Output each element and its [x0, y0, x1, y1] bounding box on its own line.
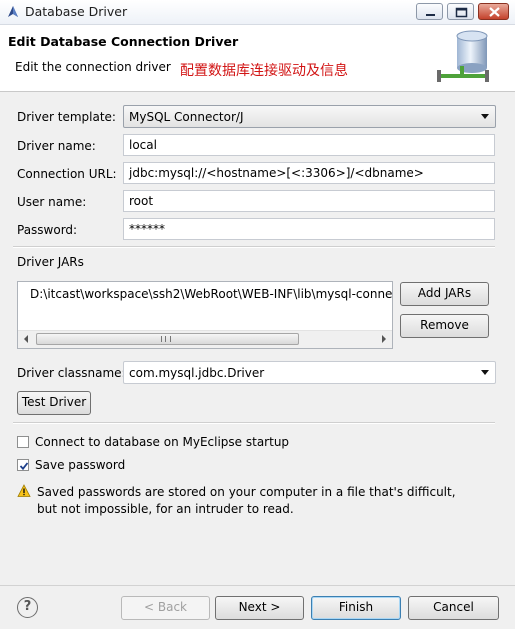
grip-icon: [161, 336, 171, 342]
save-password-checkbox[interactable]: [17, 459, 29, 471]
minimize-button[interactable]: [416, 3, 443, 20]
driver-jars-label: Driver JARs: [17, 255, 84, 269]
remove-button[interactable]: Remove: [400, 314, 489, 338]
add-jars-button[interactable]: Add JARs: [400, 282, 489, 306]
driver-classname-select[interactable]: com.mysql.jdbc.Driver: [123, 361, 496, 384]
database-driver-dialog: Database Driver Edit Database Connection…: [0, 0, 515, 629]
separator: [13, 422, 495, 424]
scroll-right-icon[interactable]: [382, 335, 386, 343]
annotation-note: 配置数据库连接驱动及信息: [180, 63, 348, 79]
page-title: Edit Database Connection Driver: [8, 34, 239, 49]
chevron-down-icon: [481, 370, 489, 375]
driver-name-label: Driver name:: [17, 139, 96, 153]
close-button[interactable]: [478, 3, 509, 20]
driver-classname-label: Driver classname:: [17, 366, 126, 380]
driver-name-input[interactable]: local: [123, 134, 495, 156]
scrollbar-thumb[interactable]: [36, 333, 299, 345]
footer-separator: [0, 585, 515, 586]
wizard-header: Edit Database Connection Driver Edit the…: [0, 25, 515, 92]
driver-template-value: MySQL Connector/J: [129, 110, 244, 124]
help-icon[interactable]: ?: [17, 597, 38, 618]
maximize-icon: [455, 7, 468, 18]
myeclipse-app-icon: [8, 6, 18, 17]
checkmark-icon: [19, 462, 29, 471]
connect-on-startup-label[interactable]: Connect to database on MyEclipse startup: [35, 435, 289, 449]
driver-template-select[interactable]: MySQL Connector/J: [123, 105, 496, 128]
password-input[interactable]: ******: [123, 218, 495, 240]
connection-url-label: Connection URL:: [17, 167, 117, 181]
window-title: Database Driver: [25, 4, 128, 19]
user-name-label: User name:: [17, 195, 87, 209]
scroll-left-icon[interactable]: [24, 335, 28, 343]
driver-classname-value: com.mysql.jdbc.Driver: [129, 366, 265, 380]
back-button[interactable]: < Back: [121, 596, 210, 620]
connect-on-startup-checkbox[interactable]: [17, 436, 29, 448]
list-item[interactable]: D:\itcast\workspace\ssh2\WebRoot\WEB-INF…: [30, 287, 392, 301]
warning-icon: [17, 484, 31, 497]
save-password-label[interactable]: Save password: [35, 458, 125, 472]
next-button[interactable]: Next >: [215, 596, 304, 620]
driver-template-label: Driver template:: [17, 110, 116, 124]
cancel-button[interactable]: Cancel: [408, 596, 499, 620]
minimize-icon: [426, 14, 435, 16]
warning-message: Saved passwords are stored on your compu…: [37, 485, 456, 516]
chevron-down-icon: [481, 114, 489, 119]
user-name-input[interactable]: root: [123, 190, 495, 212]
page-description: Edit the connection driver: [15, 60, 171, 74]
separator: [13, 246, 495, 248]
finish-button[interactable]: Finish: [311, 596, 401, 620]
test-driver-button[interactable]: Test Driver: [17, 391, 91, 415]
maximize-button[interactable]: [447, 3, 474, 20]
password-label: Password:: [17, 223, 78, 237]
title-bar: Database Driver: [0, 0, 515, 25]
close-icon: [489, 7, 500, 17]
database-icon: [437, 30, 489, 82]
horizontal-scrollbar[interactable]: [18, 330, 392, 348]
connection-url-input[interactable]: jdbc:mysql://<hostname>[<:3306>]/<dbname…: [123, 162, 495, 184]
driver-jars-list[interactable]: D:\itcast\workspace\ssh2\WebRoot\WEB-INF…: [17, 281, 393, 349]
